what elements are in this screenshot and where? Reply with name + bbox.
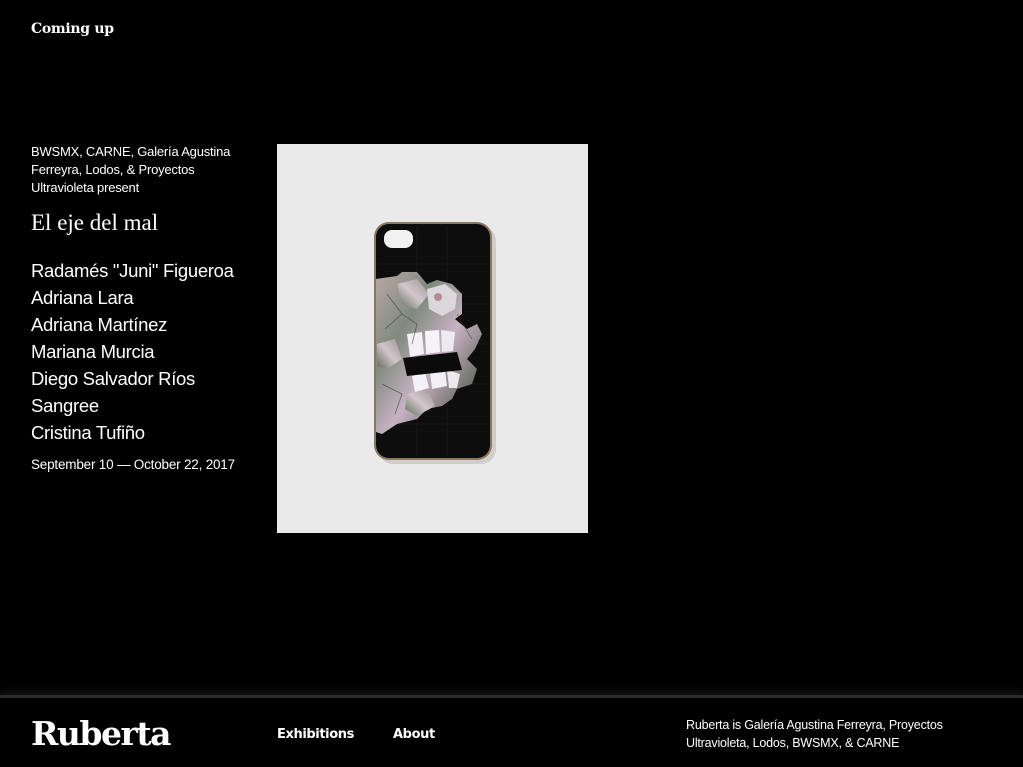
artist-item[interactable]: Cristina Tufiño xyxy=(31,419,251,446)
nav-about-link[interactable]: About xyxy=(393,727,435,742)
artist-item[interactable]: Adriana Lara xyxy=(31,284,251,311)
artist-item[interactable]: Radamés "Juni" Figueroa xyxy=(31,257,251,284)
artist-item[interactable]: Sangree xyxy=(31,392,251,419)
nav-exhibitions-link[interactable]: Exhibitions xyxy=(277,727,354,742)
phone-case-artwork xyxy=(374,222,496,464)
footer-blurb: Ruberta is Galería Agustina Ferreyra, Pr… xyxy=(686,718,943,750)
artist-item[interactable]: Mariana Murcia xyxy=(31,338,251,365)
artist-list: Radamés "Juni" Figueroa Adriana Lara Adr… xyxy=(31,257,251,446)
exhibition-dates: September 10 — October 22, 2017 xyxy=(31,457,235,472)
artist-item[interactable]: Diego Salvador Ríos xyxy=(31,365,251,392)
exhibition-info: BWSMX, CARNE, Galería Agustina Ferreyra,… xyxy=(31,143,251,474)
artist-item[interactable]: Adriana Martínez xyxy=(31,311,251,338)
site-footer: Ruberta Exhibitions About Ruberta is Gal… xyxy=(0,695,1023,767)
exhibition-presenters: BWSMX, CARNE, Galería Agustina Ferreyra,… xyxy=(31,144,231,195)
exhibition-image[interactable] xyxy=(277,144,588,533)
section-heading: Coming up xyxy=(31,21,114,37)
exhibition-title[interactable]: El eje del mal xyxy=(31,209,251,237)
site-logo[interactable]: Ruberta xyxy=(31,714,172,753)
